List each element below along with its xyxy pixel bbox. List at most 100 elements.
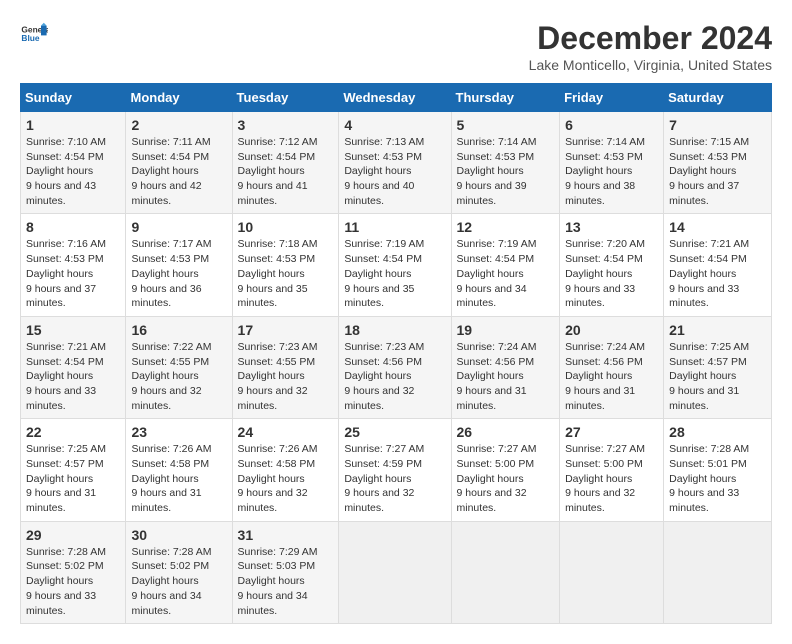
calendar-cell: 7 Sunrise: 7:15 AMSunset: 4:53 PMDaylight… [664,112,772,214]
day-info: Sunrise: 7:27 AMSunset: 5:00 PMDaylight … [457,442,555,515]
day-info: Sunrise: 7:19 AMSunset: 4:54 PMDaylight … [344,237,445,310]
day-number: 26 [457,424,555,440]
calendar-cell: 5 Sunrise: 7:14 AMSunset: 4:53 PMDaylight… [451,112,560,214]
calendar-cell: 21 Sunrise: 7:25 AMSunset: 4:57 PMDayligh… [664,316,772,418]
day-number: 5 [457,117,555,133]
day-number: 6 [565,117,658,133]
logo: General Blue [20,20,48,48]
day-info: Sunrise: 7:14 AMSunset: 4:53 PMDaylight … [565,135,658,208]
calendar-cell: 17Sunrise: 7:23 AMSunset: 4:55 PMDayligh… [232,316,339,418]
calendar-cell: 12 Sunrise: 7:19 AMSunset: 4:54 PMDayligh… [451,214,560,316]
day-info: Sunrise: 7:27 AMSunset: 5:00 PMDaylight … [565,442,658,515]
day-number: 12 [457,219,555,235]
day-info: Sunrise: 7:23 AMSunset: 4:55 PMDaylight … [238,340,334,413]
day-number: 4 [344,117,445,133]
calendar-week-row: 8Sunrise: 7:16 AMSunset: 4:53 PMDaylight… [21,214,772,316]
calendar-cell: 23 Sunrise: 7:26 AMSunset: 4:58 PMDayligh… [126,419,232,521]
day-number: 27 [565,424,658,440]
weekday-header: Wednesday [339,84,451,112]
calendar-cell: 8Sunrise: 7:16 AMSunset: 4:53 PMDaylight… [21,214,126,316]
title-section: December 2024 Lake Monticello, Virginia,… [529,20,772,73]
weekday-header: Friday [560,84,664,112]
day-number: 19 [457,322,555,338]
calendar-week-row: 15 Sunrise: 7:21 AMSunset: 4:54 PMDayligh… [21,316,772,418]
calendar-cell: 15 Sunrise: 7:21 AMSunset: 4:54 PMDayligh… [21,316,126,418]
subtitle: Lake Monticello, Virginia, United States [529,57,772,73]
weekday-header: Tuesday [232,84,339,112]
day-info: Sunrise: 7:27 AMSunset: 4:59 PMDaylight … [344,442,445,515]
day-info: Sunrise: 7:28 AMSunset: 5:02 PMDaylight … [26,545,120,618]
day-number: 15 [26,322,120,338]
calendar-cell: 20 Sunrise: 7:24 AMSunset: 4:56 PMDayligh… [560,316,664,418]
day-number: 24 [238,424,334,440]
day-info: Sunrise: 7:10 AMSunset: 4:54 PMDaylight … [26,135,120,208]
day-number: 14 [669,219,766,235]
day-number: 10 [238,219,334,235]
day-info: Sunrise: 7:13 AMSunset: 4:53 PMDaylight … [344,135,445,208]
day-number: 23 [131,424,226,440]
day-info: Sunrise: 7:28 AMSunset: 5:01 PMDaylight … [669,442,766,515]
calendar-week-row: 22Sunrise: 7:25 AMSunset: 4:57 PMDayligh… [21,419,772,521]
day-info: Sunrise: 7:21 AMSunset: 4:54 PMDaylight … [669,237,766,310]
day-info: Sunrise: 7:15 AMSunset: 4:53 PMDaylight … [669,135,766,208]
weekday-header: Saturday [664,84,772,112]
weekday-header: Monday [126,84,232,112]
calendar-week-row: 29 Sunrise: 7:28 AMSunset: 5:02 PMDayligh… [21,521,772,623]
weekday-header: Thursday [451,84,560,112]
day-info: Sunrise: 7:25 AMSunset: 4:57 PMDaylight … [669,340,766,413]
calendar-cell: 29 Sunrise: 7:28 AMSunset: 5:02 PMDayligh… [21,521,126,623]
svg-text:Blue: Blue [21,33,39,43]
day-number: 29 [26,527,120,543]
day-info: Sunrise: 7:14 AMSunset: 4:53 PMDaylight … [457,135,555,208]
calendar-cell: 19 Sunrise: 7:24 AMSunset: 4:56 PMDayligh… [451,316,560,418]
calendar-cell: 13 Sunrise: 7:20 AMSunset: 4:54 PMDayligh… [560,214,664,316]
calendar-cell [451,521,560,623]
calendar-cell: 26 Sunrise: 7:27 AMSunset: 5:00 PMDayligh… [451,419,560,521]
day-info: Sunrise: 7:18 AMSunset: 4:53 PMDaylight … [238,237,334,310]
day-info: Sunrise: 7:24 AMSunset: 4:56 PMDaylight … [457,340,555,413]
day-number: 9 [131,219,226,235]
day-number: 18 [344,322,445,338]
calendar-cell: 1 Sunrise: 7:10 AMSunset: 4:54 PMDaylight… [21,112,126,214]
calendar-cell: 14 Sunrise: 7:21 AMSunset: 4:54 PMDayligh… [664,214,772,316]
day-info: Sunrise: 7:22 AMSunset: 4:55 PMDaylight … [131,340,226,413]
day-number: 8 [26,219,120,235]
day-number: 16 [131,322,226,338]
day-number: 13 [565,219,658,235]
weekday-header-row: SundayMondayTuesdayWednesdayThursdayFrid… [21,84,772,112]
day-number: 20 [565,322,658,338]
calendar-cell: 11 Sunrise: 7:19 AMSunset: 4:54 PMDayligh… [339,214,451,316]
day-info: Sunrise: 7:21 AMSunset: 4:54 PMDaylight … [26,340,120,413]
day-number: 3 [238,117,334,133]
calendar-cell: 10 Sunrise: 7:18 AMSunset: 4:53 PMDayligh… [232,214,339,316]
calendar-cell: 30 Sunrise: 7:28 AMSunset: 5:02 PMDayligh… [126,521,232,623]
calendar-cell [339,521,451,623]
day-info: Sunrise: 7:26 AMSunset: 4:58 PMDaylight … [238,442,334,515]
calendar-week-row: 1 Sunrise: 7:10 AMSunset: 4:54 PMDaylight… [21,112,772,214]
calendar-cell: 25Sunrise: 7:27 AMSunset: 4:59 PMDayligh… [339,419,451,521]
day-number: 21 [669,322,766,338]
day-info: Sunrise: 7:11 AMSunset: 4:54 PMDaylight … [131,135,226,208]
calendar-table: SundayMondayTuesdayWednesdayThursdayFrid… [20,83,772,624]
day-info: Sunrise: 7:28 AMSunset: 5:02 PMDaylight … [131,545,226,618]
day-number: 30 [131,527,226,543]
day-number: 11 [344,219,445,235]
day-info: Sunrise: 7:29 AMSunset: 5:03 PMDaylight … [238,545,334,618]
day-info: Sunrise: 7:24 AMSunset: 4:56 PMDaylight … [565,340,658,413]
day-number: 2 [131,117,226,133]
day-number: 7 [669,117,766,133]
day-number: 1 [26,117,120,133]
main-title: December 2024 [529,20,772,57]
day-info: Sunrise: 7:20 AMSunset: 4:54 PMDaylight … [565,237,658,310]
calendar-cell: 16 Sunrise: 7:22 AMSunset: 4:55 PMDayligh… [126,316,232,418]
header: General Blue December 2024 Lake Monticel… [20,20,772,73]
day-info: Sunrise: 7:26 AMSunset: 4:58 PMDaylight … [131,442,226,515]
calendar-cell: 6 Sunrise: 7:14 AMSunset: 4:53 PMDaylight… [560,112,664,214]
day-number: 22 [26,424,120,440]
day-info: Sunrise: 7:23 AMSunset: 4:56 PMDaylight … [344,340,445,413]
day-info: Sunrise: 7:19 AMSunset: 4:54 PMDaylight … [457,237,555,310]
day-info: Sunrise: 7:12 AMSunset: 4:54 PMDaylight … [238,135,334,208]
calendar-cell: 24 Sunrise: 7:26 AMSunset: 4:58 PMDayligh… [232,419,339,521]
day-number: 28 [669,424,766,440]
calendar-cell: 4 Sunrise: 7:13 AMSunset: 4:53 PMDaylight… [339,112,451,214]
